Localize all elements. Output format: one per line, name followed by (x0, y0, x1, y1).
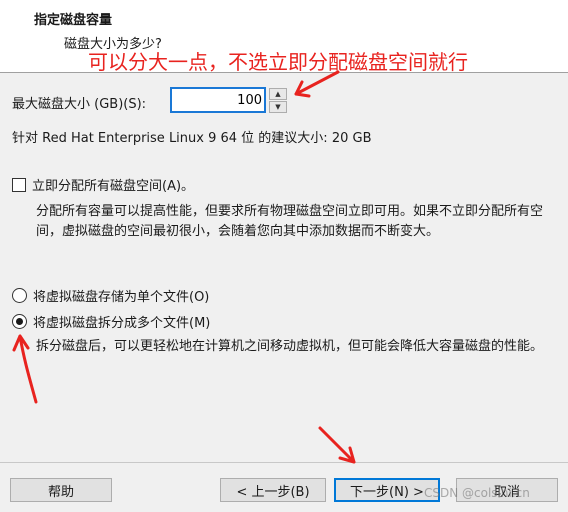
red-arrow-icon (318, 426, 356, 464)
red-arrow-icon (12, 334, 38, 404)
red-arrow-icon (294, 70, 340, 98)
annotation-arrows (12, 70, 356, 464)
